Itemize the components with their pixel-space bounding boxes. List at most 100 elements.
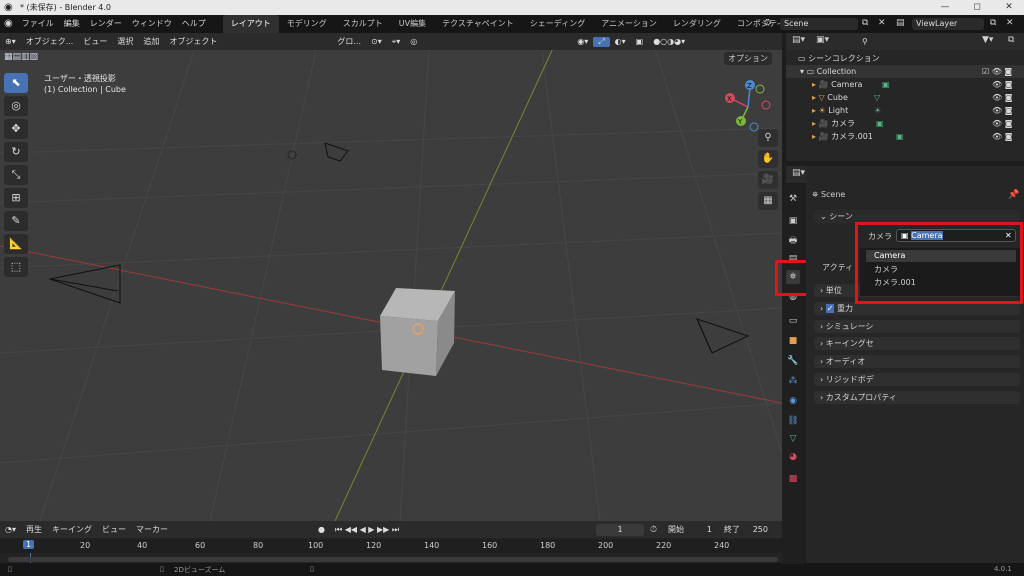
display-mode-icon[interactable]: ▣▾: [816, 35, 829, 45]
end-frame-field[interactable]: 終了 250: [720, 524, 772, 536]
transform-tool-icon[interactable]: ⊞: [4, 188, 28, 208]
cursor-tool-icon[interactable]: ◎: [4, 96, 28, 116]
new-view-layer-icon[interactable]: ⧉: [990, 18, 996, 28]
panel-custom-properties[interactable]: › カスタムプロパティ: [814, 391, 1020, 404]
particles-tab-icon[interactable]: ⁂: [786, 374, 800, 388]
proportional-icon[interactable]: ◎: [405, 37, 422, 46]
panel-keying-sets[interactable]: › キーイングセ: [814, 337, 1020, 350]
tab-layout[interactable]: レイアウト: [222, 15, 279, 33]
tool-tab-icon[interactable]: ⚒: [786, 192, 800, 206]
menu-timeline-view[interactable]: ビュー: [97, 524, 131, 535]
playback-controls-icon[interactable]: ⏮ ◀◀ ◀ ▶ ▶▶ ⏭: [330, 525, 404, 535]
outliner-row-camera[interactable]: ▸ 🎥 Camera ▣ 👁 ◙: [786, 78, 1024, 91]
select-tool-icon[interactable]: ⬉: [4, 73, 28, 93]
pan-hand-icon[interactable]: ✋: [758, 150, 778, 168]
snap-icon[interactable]: ⌖▾: [387, 37, 406, 47]
outliner-row-light[interactable]: ▸ ☀ Light ☀ 👁 ◙: [786, 104, 1024, 117]
tab-sculpt[interactable]: スカルプト: [335, 15, 391, 33]
record-button-icon[interactable]: ●: [313, 525, 330, 534]
collection-tab-icon[interactable]: ▭: [786, 314, 800, 328]
scale-tool-icon[interactable]: ⤡: [4, 165, 28, 185]
tab-animation[interactable]: アニメーション: [593, 15, 665, 33]
gravity-checkbox[interactable]: ✓: [825, 304, 835, 313]
measure-tool-icon[interactable]: 📐: [4, 234, 28, 254]
start-frame-field[interactable]: 開始 1: [664, 524, 716, 536]
tab-modeling[interactable]: モデリング: [279, 15, 335, 33]
menu-file[interactable]: ファイル: [17, 15, 59, 33]
object-tab-icon[interactable]: ■: [786, 334, 800, 348]
menu-select[interactable]: 選択: [112, 36, 138, 47]
outliner-row-cube[interactable]: ▸ ▽ Cube ▽ 👁 ◙: [786, 91, 1024, 104]
remove-scene-icon[interactable]: ✕: [878, 18, 886, 28]
xray-icon[interactable]: ▣: [631, 37, 649, 46]
stopwatch-icon[interactable]: ⏱: [650, 525, 657, 535]
visibility-icons[interactable]: 👁 ◙: [992, 104, 1012, 117]
zoom-icon[interactable]: ⚲: [758, 129, 778, 147]
view-layer-field[interactable]: ViewLayer: [912, 18, 984, 30]
close-button[interactable]: ✕: [994, 0, 1024, 15]
move-tool-icon[interactable]: ✥: [4, 119, 28, 139]
new-collection-icon[interactable]: ⧉: [1008, 35, 1014, 45]
mode-select[interactable]: オブジェク...: [21, 36, 79, 47]
editor-type-icon[interactable]: ⊕▾: [0, 37, 21, 46]
current-frame-field[interactable]: 1: [596, 524, 644, 536]
timeline-editor-icon[interactable]: ◔▾: [0, 525, 21, 534]
timeline-scrollbar[interactable]: [8, 557, 778, 562]
panel-rigid-body[interactable]: › リジッドボデ: [814, 373, 1020, 386]
rotate-tool-icon[interactable]: ↻: [4, 142, 28, 162]
new-scene-icon[interactable]: ⧉: [862, 18, 868, 28]
visibility-icons[interactable]: 👁 ◙: [992, 78, 1012, 91]
output-tab-icon[interactable]: 🖶: [786, 234, 800, 248]
physics-tab-icon[interactable]: ◉: [786, 394, 800, 408]
maximize-button[interactable]: ◻: [962, 0, 992, 15]
filter-icon[interactable]: ▼▾: [982, 35, 993, 45]
frame-ruler[interactable]: 1 20 40 60 80 100 120 140 160 180 200 22…: [0, 539, 782, 553]
visibility-icons[interactable]: 👁 ◙: [992, 117, 1012, 130]
overlay-toggle-icon[interactable]: ◐▾: [610, 37, 631, 46]
3d-viewport[interactable]: ⊕▾ オブジェク... ビュー 選択 追加 オブジェクト グロ... ⊙▾ ⌖▾…: [0, 33, 782, 521]
playhead[interactable]: 1: [23, 540, 35, 549]
camera-view-icon[interactable]: 🎥: [758, 171, 778, 189]
properties-editor-icon[interactable]: ▤▾: [792, 168, 805, 178]
outliner-row-collection[interactable]: ▾ ▭ Collection ☑ 👁 ◙: [786, 65, 1024, 78]
visibility-icon[interactable]: ◉▾: [572, 37, 593, 46]
transform-orientation-select[interactable]: グロ...: [332, 36, 366, 47]
shading-modes-icon[interactable]: ●○◑◕▾: [648, 37, 690, 46]
tab-rendering[interactable]: レンダリング: [665, 15, 729, 33]
pin-icon[interactable]: 📌: [1008, 190, 1019, 200]
visibility-icons[interactable]: 👁 ◙: [992, 130, 1012, 143]
outliner-search-input[interactable]: ⚲: [858, 36, 934, 48]
panel-simulation[interactable]: › シミュレーシ: [814, 320, 1020, 333]
minimize-button[interactable]: —: [930, 0, 960, 15]
remove-view-layer-icon[interactable]: ✕: [1006, 18, 1014, 28]
pivot-icon[interactable]: ⊙▾: [366, 37, 387, 46]
menu-add[interactable]: 追加: [138, 36, 164, 47]
menu-render[interactable]: レンダー: [85, 15, 127, 33]
texture-tab-icon[interactable]: ▩: [786, 472, 800, 486]
blender-menu-icon[interactable]: ◉: [0, 15, 17, 33]
tab-uv-editing[interactable]: UV編集: [391, 15, 434, 33]
annotate-tool-icon[interactable]: ✎: [4, 211, 28, 231]
gizmo-toggle-icon[interactable]: ⤢: [593, 36, 610, 47]
modifier-tab-icon[interactable]: 🔧: [786, 354, 800, 368]
render-tab-icon[interactable]: ▣: [786, 214, 800, 228]
menu-view[interactable]: ビュー: [78, 36, 112, 47]
constraints-tab-icon[interactable]: ⛓: [786, 414, 800, 428]
tab-texture-paint[interactable]: テクスチャペイント: [434, 15, 522, 33]
options-button[interactable]: オプション: [724, 52, 772, 65]
material-tab-icon[interactable]: ◕: [786, 450, 800, 464]
tab-shading[interactable]: シェーディング: [522, 15, 593, 33]
select-mode-icons[interactable]: ▦▤▥▧: [4, 52, 38, 62]
outliner-editor-icon[interactable]: ▤▾: [792, 35, 805, 45]
menu-help[interactable]: ヘルプ: [177, 15, 211, 33]
outliner-row-camera-jp[interactable]: ▸ 🎥 カメラ ▣ 👁 ◙: [786, 117, 1024, 130]
outliner-row-camera-001[interactable]: ▸ 🎥 カメラ.001 ▣ 👁 ◙: [786, 130, 1024, 143]
visibility-icons[interactable]: 👁 ◙: [992, 91, 1012, 104]
menu-window[interactable]: ウィンドウ: [127, 15, 177, 33]
menu-keying[interactable]: キーイング: [47, 524, 97, 535]
panel-audio[interactable]: › オーディオ: [814, 355, 1020, 368]
menu-marker[interactable]: マーカー: [131, 524, 173, 535]
scene-field[interactable]: Scene: [780, 18, 858, 30]
outliner-row-scene-collection[interactable]: ▭ シーンコレクション: [786, 52, 1024, 65]
ortho-grid-icon[interactable]: ▦: [758, 192, 778, 210]
